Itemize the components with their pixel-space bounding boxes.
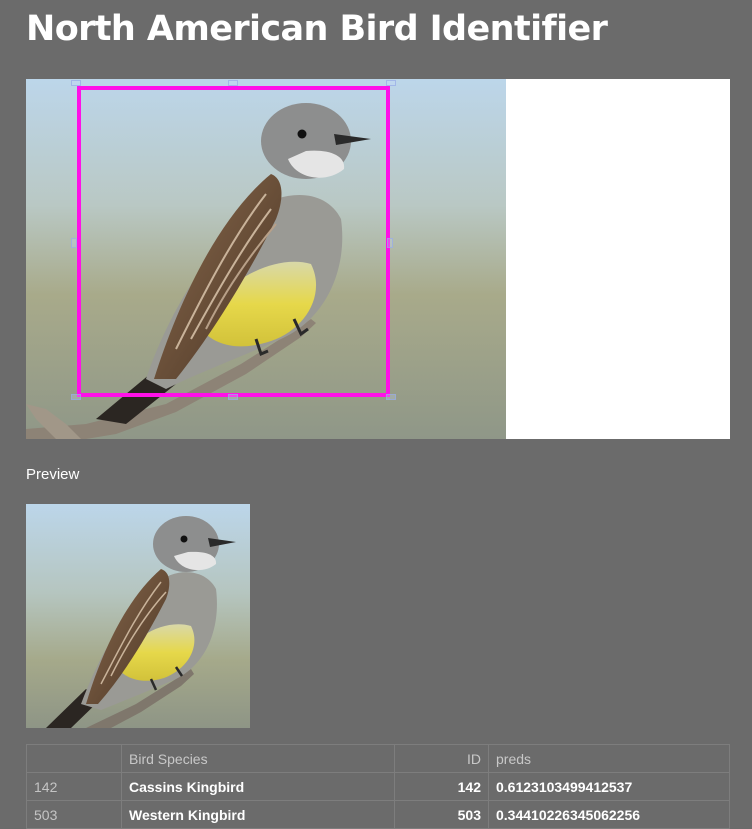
crop-selection-box[interactable] bbox=[77, 86, 390, 397]
row-index: 142 bbox=[26, 772, 122, 801]
crop-handle-top[interactable] bbox=[228, 80, 238, 86]
app-page: North American Bird Identifier Preview B… bbox=[0, 0, 752, 829]
crop-handle-bottom-left[interactable] bbox=[71, 394, 81, 400]
results-table: Bird Species ID preds 142 Cassins Kingbi… bbox=[26, 744, 730, 829]
table-header-row: Bird Species ID preds bbox=[26, 744, 730, 773]
table-row: 142 Cassins Kingbird 142 0.6123103499412… bbox=[26, 772, 730, 801]
preview-label: Preview bbox=[26, 466, 80, 483]
id-cell: 503 bbox=[394, 800, 489, 829]
pred-cell: 0.6123103499412537 bbox=[488, 772, 730, 801]
crop-handle-bottom[interactable] bbox=[228, 394, 238, 400]
image-cropper[interactable] bbox=[26, 79, 730, 439]
column-header-id[interactable]: ID bbox=[394, 744, 489, 773]
species-cell: Cassins Kingbird bbox=[121, 772, 395, 801]
column-header-species[interactable]: Bird Species bbox=[121, 744, 395, 773]
crop-handle-top-right[interactable] bbox=[386, 80, 396, 86]
id-cell: 142 bbox=[394, 772, 489, 801]
column-header-index[interactable] bbox=[26, 744, 122, 773]
page-title: North American Bird Identifier bbox=[26, 9, 608, 49]
column-header-preds[interactable]: preds bbox=[488, 744, 730, 773]
crop-handle-top-left[interactable] bbox=[71, 80, 81, 86]
pred-cell: 0.34410226345062256 bbox=[488, 800, 730, 829]
species-cell: Western Kingbird bbox=[121, 800, 395, 829]
preview-bird-image bbox=[26, 504, 250, 728]
crop-handle-right[interactable] bbox=[387, 238, 393, 248]
crop-handle-bottom-right[interactable] bbox=[386, 394, 396, 400]
preview-image bbox=[26, 504, 250, 728]
crop-handle-left[interactable] bbox=[71, 238, 77, 248]
table-row: 503 Western Kingbird 503 0.3441022634506… bbox=[26, 800, 730, 829]
row-index: 503 bbox=[26, 800, 122, 829]
